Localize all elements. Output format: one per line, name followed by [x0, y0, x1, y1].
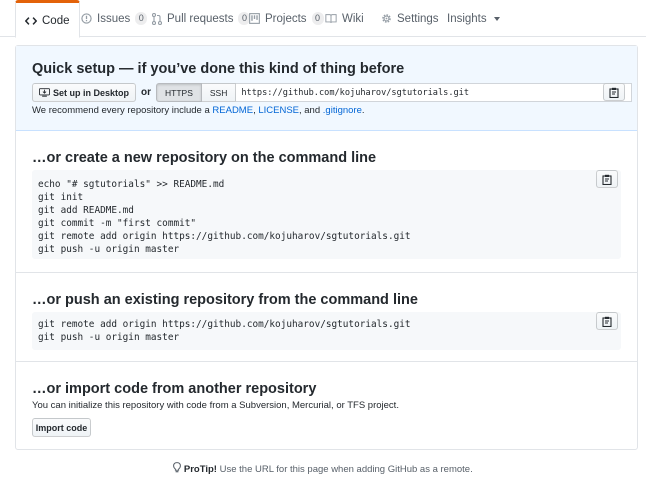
tab-wiki[interactable]: Wiki [316, 0, 373, 37]
tab-code[interactable]: Code [15, 0, 80, 38]
desktop-download-icon [39, 88, 50, 97]
import-code-button[interactable]: Import code [32, 418, 91, 437]
copy-clone-url-button[interactable] [603, 83, 625, 101]
light-bulb-icon [173, 462, 182, 473]
create-repo-section: …or create a new repository on the comma… [16, 132, 637, 273]
import-title: …or import code from another repository [32, 381, 317, 397]
tab-code-label: Code [42, 14, 70, 27]
create-repo-code-block: echo "# sgtutorials" >> README.md git ini… [32, 170, 621, 259]
triangle-down-icon [493, 16, 500, 21]
recommend-sep2: , and [299, 105, 323, 116]
protip-message: Use the URL for this page when adding Gi… [216, 464, 473, 475]
code-icon [25, 16, 37, 25]
code-line: git remote add origin https://github.com… [38, 319, 411, 330]
repo-nav-tabs: Code Issues 0 Pull requests 0 Projects 0… [0, 0, 646, 38]
recommend-suffix: . [361, 105, 365, 116]
tab-wiki-label: Wiki [342, 12, 364, 25]
clone-url-row: Set up in Desktop or HTTPS SSH [32, 83, 633, 102]
tab-insights[interactable]: Insights [438, 0, 509, 37]
book-icon [325, 14, 337, 23]
code-line: git remote add origin https://github.com… [38, 231, 411, 243]
project-icon [249, 13, 260, 24]
clippy-icon [609, 87, 619, 98]
code-line: echo "# sgtutorials" >> README.md [38, 179, 225, 190]
tab-insights-label: Insights [447, 12, 487, 25]
tab-projects-label: Projects [265, 12, 307, 25]
import-description: You can initialize this repository with … [32, 400, 399, 411]
recommend-prefix: We recommend every repository include a [32, 105, 213, 116]
clippy-icon [602, 316, 612, 327]
code-line: git init [38, 192, 84, 204]
ssh-toggle-button[interactable]: SSH [201, 83, 237, 102]
https-toggle-button[interactable]: HTTPS [156, 83, 202, 102]
setup-in-desktop-label: Set up in Desktop [53, 87, 130, 98]
push-existing-title: …or push an existing repository from the… [32, 292, 418, 308]
recommend-text: We recommend every repository include a … [32, 105, 365, 116]
tab-pull-requests-label: Pull requests [167, 12, 234, 25]
or-separator: or [141, 87, 152, 98]
push-existing-code-block: git remote add origin https://github.com… [32, 312, 621, 350]
clone-url-input[interactable] [236, 83, 633, 102]
empty-repo-setup-box: Quick setup — if you’ve done this kind o… [15, 45, 638, 450]
tab-settings-label: Settings [397, 12, 439, 25]
protip-text: ProTip! Use the URL for this page when a… [0, 462, 646, 475]
tab-issues-label: Issues [97, 12, 131, 25]
copy-push-commands-button[interactable] [596, 312, 618, 330]
issue-opened-icon [81, 13, 92, 24]
code-line: git push -u origin master [38, 332, 180, 344]
tab-settings[interactable]: Settings [372, 0, 448, 37]
readme-link[interactable]: README [212, 105, 253, 116]
git-pull-request-icon [152, 12, 162, 25]
create-repo-title: …or create a new repository on the comma… [32, 150, 377, 166]
protip-label: ProTip! [183, 464, 217, 475]
clippy-icon [602, 174, 612, 185]
code-line: git add README.md [38, 205, 134, 217]
gitignore-link[interactable]: .gitignore [323, 105, 362, 116]
setup-in-desktop-button[interactable]: Set up in Desktop [32, 83, 137, 102]
quick-setup-title: Quick setup — if you’ve done this kind o… [32, 61, 405, 77]
push-existing-section: …or push an existing repository from the… [16, 274, 637, 362]
copy-create-commands-button[interactable] [596, 170, 618, 188]
quick-setup-section: Quick setup — if you’ve done this kind o… [16, 46, 637, 131]
gear-icon [382, 14, 391, 23]
code-line: git commit -m "first commit" [38, 218, 197, 230]
license-link[interactable]: LICENSE [258, 105, 299, 116]
code-line: git push -u origin master [38, 244, 180, 256]
